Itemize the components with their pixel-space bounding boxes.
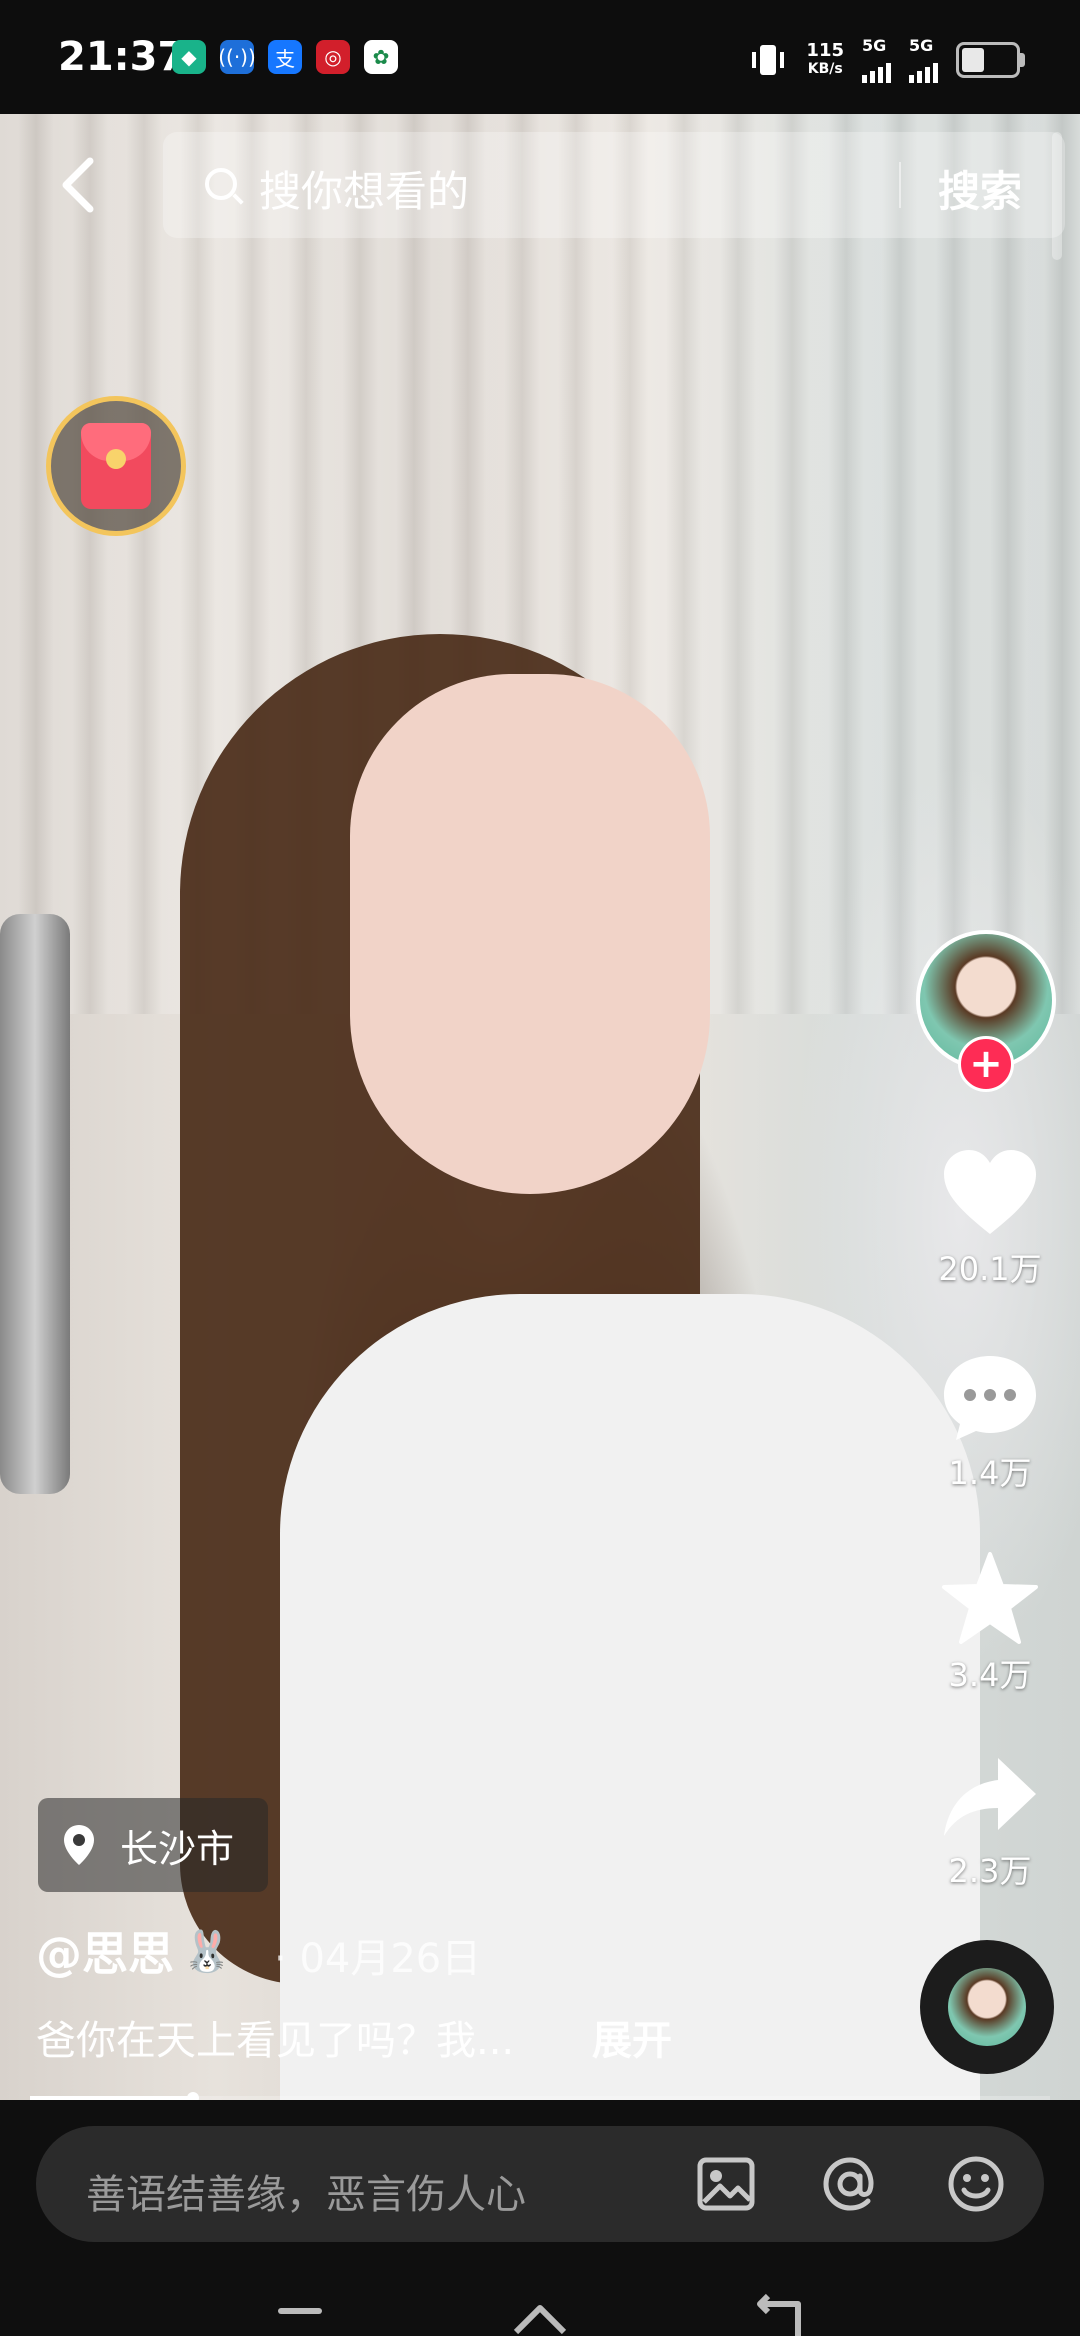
- expand-description-button[interactable]: 展开: [592, 2008, 672, 2066]
- plus-icon: +: [969, 1041, 1003, 1087]
- favorite-count: 3.4万: [948, 1656, 1032, 1694]
- like-count: 20.1万: [938, 1250, 1042, 1288]
- status-time: 21:37: [58, 34, 186, 80]
- share-count: 2.3万: [948, 1852, 1032, 1890]
- share-button[interactable]: 2.3万: [930, 1754, 1050, 1892]
- comment-input[interactable]: 善语结善缘，恶言伤人心: [86, 2162, 526, 2220]
- location-tag[interactable]: 长沙市: [38, 1798, 269, 1892]
- video-description: 爸你在天上看见了吗？我...: [36, 2018, 515, 2064]
- back-nav-icon[interactable]: [754, 2290, 810, 2336]
- red-packet-button[interactable]: [46, 396, 186, 536]
- system-icons: 115 KB/s 5G 5G: [748, 36, 1025, 83]
- like-button[interactable]: 20.1万: [930, 1148, 1050, 1290]
- chevron-left-icon: [62, 157, 94, 213]
- heart-icon: [944, 1150, 1036, 1234]
- date-separator: ·: [274, 1936, 287, 1982]
- home-icon[interactable]: [510, 2294, 570, 2336]
- signal-bars-icon: [909, 55, 938, 83]
- location-text: 长沙市: [120, 1826, 235, 1871]
- author-handle[interactable]: @思思: [36, 1918, 174, 1984]
- search-bar[interactable]: 搜你想看的 搜索: [163, 132, 1065, 238]
- sim2-label: 5G: [909, 36, 934, 55]
- green-app-icon: ✿: [364, 40, 398, 74]
- image-icon[interactable]: [696, 2154, 756, 2214]
- battery-icon: [956, 41, 1025, 78]
- comment-bubble-icon: [944, 1356, 1036, 1440]
- net-speed: 115 KB/s: [806, 39, 844, 78]
- follow-button[interactable]: +: [958, 1036, 1014, 1092]
- system-nav-bar: [0, 2280, 1080, 2336]
- rabbit-emoji: 🐰: [182, 1928, 232, 1975]
- microphone: [0, 914, 70, 1494]
- video-subject-face: [350, 674, 710, 1194]
- music-cover-avatar: [948, 1968, 1026, 2046]
- share-arrow-icon: [944, 1758, 1036, 1836]
- signal-sim1: 5G: [862, 36, 891, 83]
- red-envelope-icon: [81, 423, 151, 509]
- search-input[interactable]: 搜你想看的: [259, 158, 469, 219]
- vibrate-icon: [752, 44, 785, 75]
- signal-sim2: 5G: [909, 36, 938, 83]
- author-name[interactable]: @思思 🐰: [36, 1918, 232, 1984]
- search-button[interactable]: 搜索: [938, 158, 1022, 219]
- status-bar: 21:37 ◆ ((·)) 支 ◎ ✿ 115 KB/s 5G 5G: [0, 0, 1080, 114]
- bank-app-icon: ◎: [316, 40, 350, 74]
- sim1-label: 5G: [862, 36, 887, 55]
- star-icon: [942, 1552, 1038, 1644]
- notification-icons: ◆ ((·)) 支 ◎ ✿: [172, 40, 398, 74]
- net-speed-unit: KB/s: [807, 60, 843, 77]
- at-mention-icon[interactable]: [820, 2154, 880, 2214]
- menu-icon[interactable]: [276, 2308, 324, 2336]
- post-date: · 04月26日: [274, 1926, 481, 1984]
- scroll-indicator: [1052, 132, 1062, 260]
- back-button[interactable]: [48, 150, 108, 220]
- comment-count: 1.4万: [948, 1454, 1032, 1492]
- wifi-app-icon: ((·)): [218, 40, 256, 74]
- signal-bars-icon: [862, 55, 891, 83]
- shield-app-icon: ◆: [172, 40, 206, 74]
- location-pin-icon: [64, 1825, 94, 1865]
- favorite-button[interactable]: 3.4万: [930, 1552, 1050, 1696]
- music-disc[interactable]: [920, 1940, 1054, 2074]
- comment-bar[interactable]: 善语结善缘，恶言伤人心: [36, 2126, 1044, 2242]
- search-divider: [899, 162, 901, 208]
- date-value: 04月26日: [299, 1936, 482, 1982]
- comment-button[interactable]: 1.4万: [930, 1352, 1050, 1494]
- alipay-app-icon: 支: [268, 40, 302, 74]
- search-icon: [205, 168, 237, 200]
- emoji-icon[interactable]: [946, 2154, 1006, 2214]
- net-speed-value: 115: [806, 39, 844, 61]
